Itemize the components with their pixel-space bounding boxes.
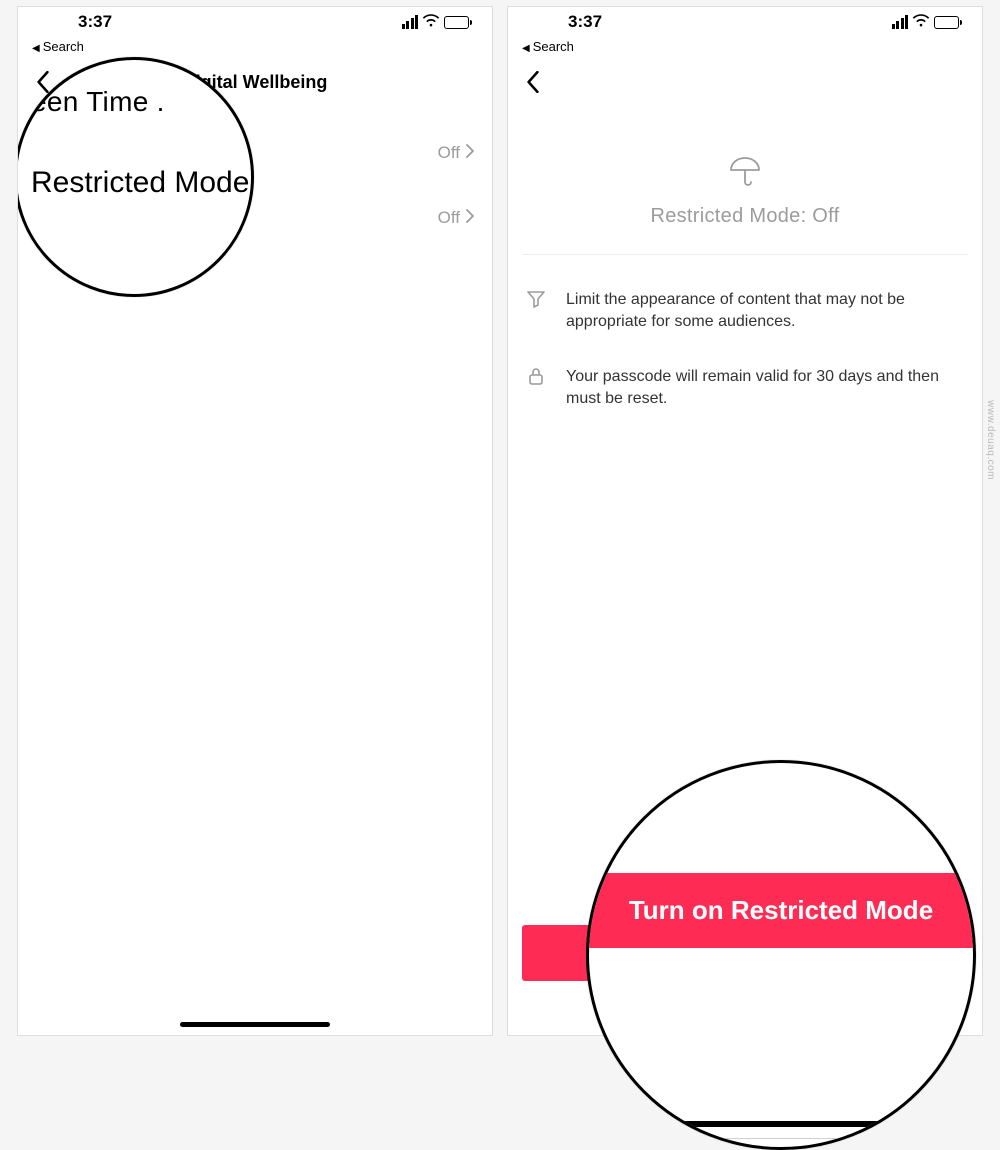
chevron-right-icon [466, 143, 474, 163]
button-label: Turn on Restricted Mode [634, 942, 856, 963]
chevron-left-icon [36, 71, 50, 93]
status-indicators [892, 12, 963, 32]
home-indicator[interactable] [180, 1022, 330, 1027]
back-button[interactable] [28, 67, 58, 97]
magnified-home-indicator [651, 1121, 911, 1127]
status-bar: 3:37 [508, 7, 982, 37]
status-time: 3:37 [528, 12, 602, 32]
cellular-signal-icon [892, 15, 909, 29]
chevron-right-icon [466, 208, 474, 228]
wifi-icon [912, 12, 930, 32]
watermark: www.deuaq.com [985, 400, 996, 480]
hero-title: Restricted Mode: Off [522, 205, 968, 228]
lock-icon [526, 366, 550, 411]
turn-on-restricted-mode-button[interactable]: Turn on Restricted Mode [522, 925, 968, 981]
setting-label: Screen Time Management [36, 142, 247, 163]
info-text: Your passcode will remain valid for 30 d… [566, 366, 964, 411]
settings-list: Screen Time Management Off Restricted Mo… [18, 126, 492, 244]
chevron-left-icon [526, 71, 540, 93]
back-to-search[interactable]: Search [508, 37, 982, 60]
status-indicators [402, 12, 473, 32]
battery-icon [444, 16, 472, 29]
filter-icon [526, 289, 550, 334]
setting-screen-time-management[interactable]: Screen Time Management Off [18, 126, 492, 179]
setting-value: Off [438, 143, 460, 163]
back-button[interactable] [518, 67, 548, 97]
back-to-search[interactable]: Search [18, 37, 492, 60]
cellular-signal-icon [402, 15, 419, 29]
phone-screen-digital-wellbeing: 3:37 Search Digital Wellbeing [17, 6, 493, 1036]
page-title: Digital Wellbeing [18, 72, 492, 93]
phone-screen-restricted-mode: 3:37 Search [507, 6, 983, 1036]
nav-header [508, 60, 982, 104]
nav-header: Digital Wellbeing [18, 60, 492, 104]
setting-restricted-mode[interactable]: Restricted Mode Off [18, 191, 492, 244]
wifi-icon [422, 12, 440, 32]
home-indicator[interactable] [670, 1022, 820, 1027]
umbrella-icon [522, 154, 968, 193]
info-text: Limit the appearance of content that may… [566, 289, 964, 334]
info-item-passcode: Your passcode will remain valid for 30 d… [522, 356, 968, 433]
hero-section: Restricted Mode: Off [522, 104, 968, 255]
status-time: 3:37 [38, 12, 112, 32]
info-item-filter: Limit the appearance of content that may… [522, 279, 968, 356]
battery-icon [934, 16, 962, 29]
setting-label: Restricted Mode [36, 207, 167, 228]
info-list: Limit the appearance of content that may… [508, 255, 982, 433]
setting-value: Off [438, 208, 460, 228]
status-bar: 3:37 [18, 7, 492, 37]
